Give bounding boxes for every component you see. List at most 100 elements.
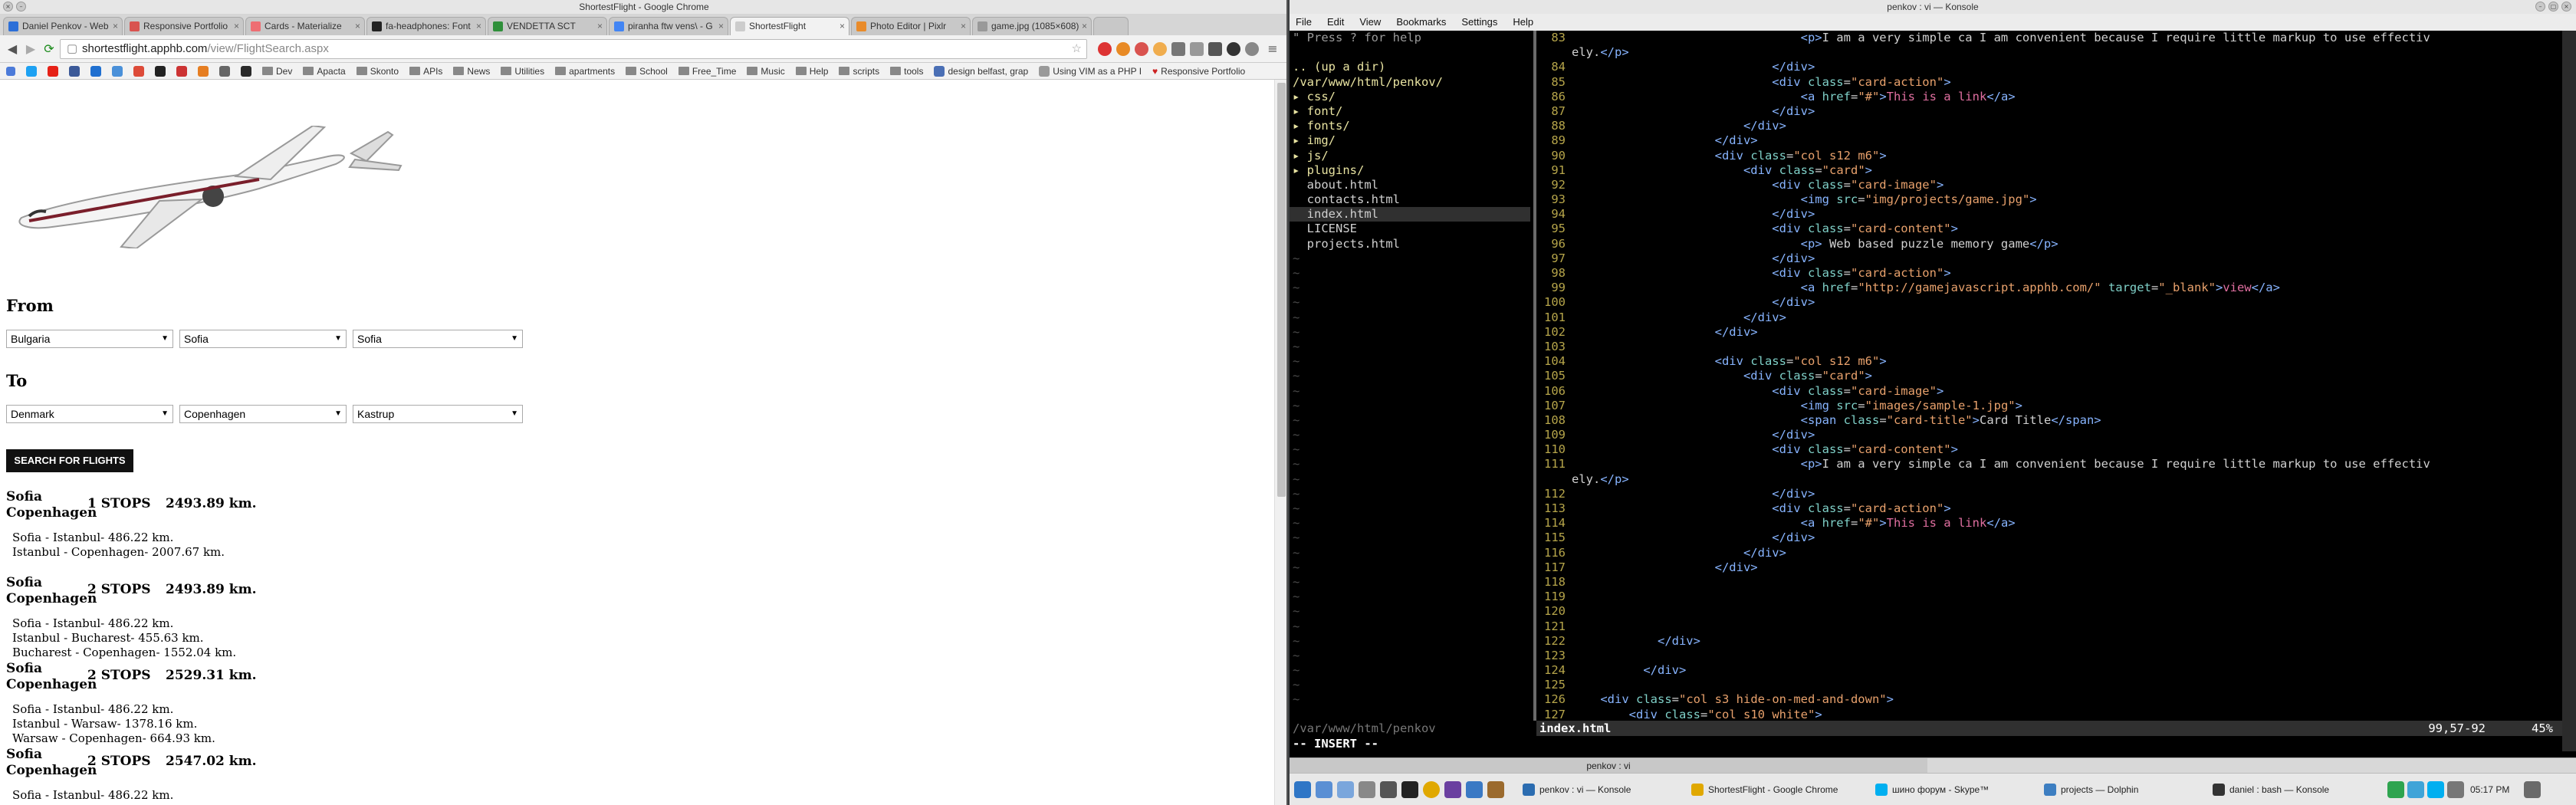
browser-tab[interactable]: piranha ftw vens\ - G ×: [609, 17, 728, 35]
browser-tab[interactable]: game.jpg (1085×608) ×: [972, 17, 1092, 35]
bookmark-item[interactable]: Using VIM as a PHP I: [1039, 65, 1142, 77]
extension-orange-icon[interactable]: [1116, 42, 1130, 56]
browser-tab[interactable]: Photo Editor | Pixlr ×: [851, 17, 971, 35]
close-tab-icon[interactable]: ×: [476, 18, 481, 34]
nerdtree-file[interactable]: contacts.html: [1290, 192, 1533, 207]
taskbar-task[interactable]: ShortestFlight - Google Chrome: [1688, 780, 1838, 800]
nerdtree-dir[interactable]: ▸ font/: [1290, 104, 1533, 119]
menu-help[interactable]: Help: [1513, 14, 1533, 31]
bookmark-item[interactable]: Free_Time: [678, 66, 736, 77]
browser-tab[interactable]: Cards - Materialize ×: [245, 17, 365, 35]
clock[interactable]: 05:17 PM: [2470, 784, 2509, 795]
site-blue-icon[interactable]: [90, 65, 101, 77]
bookmark-item[interactable]: News: [453, 66, 490, 77]
reload-icon[interactable]: ⟳: [41, 41, 57, 57]
konsole-title-bar[interactable]: penkov : vi — Konsole: [1290, 0, 2576, 14]
taskbar-task[interactable]: projects — Dolphin: [2041, 780, 2138, 800]
phpstorm-icon[interactable]: [1444, 781, 1461, 798]
close-window-icon[interactable]: ×: [2561, 2, 2571, 12]
github-icon[interactable]: [155, 65, 166, 77]
extension-yellow-icon[interactable]: [1153, 42, 1167, 56]
pocket-icon[interactable]: [1227, 42, 1240, 56]
browser-tab[interactable]: fa-headphones: Font ×: [366, 17, 486, 35]
nerdtree-file[interactable]: about.html: [1290, 178, 1533, 192]
forward-arrow-icon[interactable]: ▶: [23, 41, 38, 57]
site-gray-icon[interactable]: [219, 65, 230, 77]
desktop-icon[interactable]: [1316, 781, 1332, 798]
terminal-icon[interactable]: [1401, 781, 1418, 798]
nerdtree-panel[interactable]: " Press ? for help .. (up a dir)/var/www/…: [1290, 31, 1533, 721]
tray-volume-icon[interactable]: [2447, 781, 2464, 798]
close-tab-icon[interactable]: ×: [597, 18, 603, 34]
page-scrollbar[interactable]: [1274, 80, 1286, 805]
vim-terminal[interactable]: " Press ? for help.. (up a dir)/var/www/…: [1290, 31, 2562, 751]
close-tab-icon[interactable]: ×: [234, 18, 239, 34]
close-window-icon[interactable]: ×: [3, 2, 13, 12]
minimize-window-icon[interactable]: –: [2535, 2, 2545, 12]
krita-icon[interactable]: [1466, 781, 1483, 798]
browser-tab[interactable]: VENDETTA SCT ×: [488, 17, 607, 35]
menu-file[interactable]: File: [1296, 14, 1312, 31]
nerdtree-file[interactable]: " Press ? for help: [1290, 31, 1533, 45]
bookmark-item[interactable]: APIs: [409, 66, 442, 77]
browser-tab[interactable]: Responsive Portfolio ×: [124, 17, 244, 35]
bookmark-item[interactable]: Music: [747, 66, 785, 77]
facebook-icon[interactable]: [69, 65, 80, 77]
bookmark-item[interactable]: Dev: [262, 66, 292, 77]
chrome-title-bar[interactable]: ShortestFlight - Google Chrome: [0, 0, 1286, 14]
to-airport-select[interactable]: Kastrup ▼: [353, 405, 523, 423]
konsole-tab[interactable]: penkov : vi: [1290, 758, 1927, 774]
bookmark-item[interactable]: Help: [795, 66, 828, 77]
nerdtree-file[interactable]: LICENSE: [1290, 222, 1533, 236]
twitter-icon[interactable]: [26, 65, 37, 77]
bookmark-item[interactable]: Skonto: [356, 66, 399, 77]
nerdtree-dir[interactable]: ▸ plugins/: [1290, 163, 1533, 178]
taskbar-task[interactable]: penkov : vi — Konsole: [1520, 780, 1631, 800]
close-tab-icon[interactable]: ×: [840, 18, 845, 34]
extension-cast-icon[interactable]: [1208, 42, 1222, 56]
code-buffer[interactable]: 83 <p>I am a very simple ca I am conveni…: [1536, 31, 2562, 721]
apps-icon[interactable]: [6, 66, 15, 76]
close-tab-icon[interactable]: ×: [355, 18, 360, 34]
chrome-icon[interactable]: [1423, 781, 1440, 798]
file-manager-icon[interactable]: [1337, 781, 1354, 798]
bookmark-star-icon[interactable]: ☆: [1072, 40, 1082, 58]
from-airport-select[interactable]: Sofia ▼: [353, 330, 523, 348]
nerdtree-dir[interactable]: .. (up a dir): [1290, 60, 1533, 74]
site-red-icon[interactable]: [176, 65, 187, 77]
from-city-select[interactable]: Sofia ▼: [179, 330, 347, 348]
bookmark-item[interactable]: School: [626, 66, 668, 77]
taskbar-task[interactable]: daniel : bash — Konsole: [2210, 780, 2329, 800]
bookmark-item[interactable]: design belfast, grap: [934, 65, 1028, 77]
close-tab-icon[interactable]: ×: [961, 18, 966, 34]
nerdtree-dir[interactable]: ▸ js/: [1290, 149, 1533, 163]
close-tab-icon[interactable]: ×: [113, 18, 118, 34]
archive-icon[interactable]: [1487, 781, 1504, 798]
kde-menu-icon[interactable]: [1294, 781, 1311, 798]
menu-settings[interactable]: Settings: [1461, 14, 1497, 31]
close-tab-icon[interactable]: ×: [1082, 18, 1087, 34]
address-bar[interactable]: ▢ shortestflight.apphb.com/view/FlightSe…: [60, 39, 1087, 59]
bookmark-item[interactable]: scripts: [839, 66, 879, 77]
tray-network-icon[interactable]: [2407, 781, 2424, 798]
tray-check-icon[interactable]: [2387, 781, 2404, 798]
bookmark-item[interactable]: tools: [890, 66, 923, 77]
adblock-icon[interactable]: [1098, 42, 1112, 56]
browser-tab[interactable]: Daniel Penkov - Web ×: [3, 17, 123, 35]
nerdtree-dir[interactable]: ▸ css/: [1290, 90, 1533, 104]
close-tab-icon[interactable]: ×: [718, 18, 724, 34]
settings-icon[interactable]: [1359, 781, 1375, 798]
menu-hamburger-icon[interactable]: ≡: [1265, 41, 1280, 57]
new-tab-button[interactable]: [1093, 17, 1129, 35]
google-plus-icon[interactable]: [133, 65, 144, 77]
extension-red-icon[interactable]: [1135, 42, 1148, 56]
minimize-window-icon[interactable]: –: [16, 2, 26, 12]
show-desktop-icon[interactable]: [2524, 781, 2541, 798]
clock-widget-icon[interactable]: [1380, 781, 1397, 798]
extension-box-icon[interactable]: [1171, 42, 1185, 56]
back-arrow-icon[interactable]: ◀: [5, 41, 20, 57]
bookmark-item[interactable]: apartments: [555, 66, 615, 77]
terminal-scrollbar[interactable]: [2562, 31, 2576, 751]
bookmark-item[interactable]: Apacta: [303, 66, 346, 77]
site-dark-icon[interactable]: [241, 65, 251, 77]
